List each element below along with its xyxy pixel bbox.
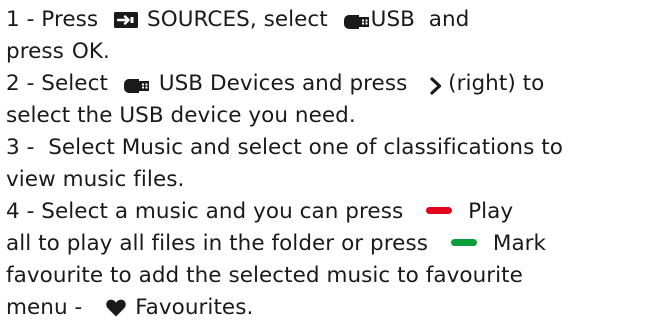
usb-label: USB bbox=[370, 7, 415, 32]
step-3-line-2: view music files. bbox=[6, 164, 184, 196]
step-3-text-2: view music files. bbox=[6, 167, 185, 192]
step-1-end: . bbox=[103, 39, 110, 64]
heart-icon bbox=[105, 296, 127, 317]
play-label: Play bbox=[468, 199, 514, 224]
step-2-right: (right) to bbox=[448, 71, 545, 96]
step-3-text: 3 - Select bbox=[6, 135, 122, 160]
step-4-rest: to add the selected music to favourite bbox=[103, 263, 523, 288]
step-1-text: 1 - Press bbox=[6, 7, 99, 32]
step-2-line-1: 2 - Select USB Devices and press (right)… bbox=[6, 68, 544, 100]
usb-icon bbox=[343, 9, 371, 29]
step-4-line-4: menu - Favourites. bbox=[6, 292, 253, 324]
sources-label: SOURCES bbox=[147, 7, 250, 32]
red-key-icon bbox=[426, 206, 453, 214]
step-4-mid: to play all files in the folder or press bbox=[31, 231, 428, 256]
step-2-mid: and press bbox=[295, 71, 415, 96]
ok-label: OK bbox=[71, 39, 104, 64]
usb-devices-label: USB Devices bbox=[158, 71, 296, 96]
green-key-icon bbox=[450, 238, 477, 246]
step-2-text-2: select the USB device you need. bbox=[6, 103, 356, 128]
music-label: Music bbox=[121, 135, 184, 160]
step-4-line-3: favourite to add the selected music to f… bbox=[6, 260, 523, 292]
all-label: all bbox=[6, 231, 32, 256]
chevron-right-icon bbox=[429, 73, 443, 95]
sources-icon bbox=[113, 8, 139, 28]
step-3-line-1: 3 - Select Music and select one of class… bbox=[6, 132, 563, 164]
step-1-tail: and bbox=[414, 7, 470, 32]
step-1-line-2: press OK. bbox=[6, 36, 110, 68]
step-4-line-1: 4 - Select a music and you can press Pla… bbox=[6, 196, 513, 228]
usb-icon bbox=[123, 73, 151, 93]
step-4-text: 4 - Select a music and you can press bbox=[6, 199, 404, 224]
step-1-press: press bbox=[6, 39, 64, 64]
step-4-line-2: all to play all files in the folder or p… bbox=[6, 228, 546, 260]
step-4-end: . bbox=[246, 295, 254, 320]
step-3-rest: and select one of classifications to bbox=[183, 135, 563, 160]
favourites-label: Favourites bbox=[135, 295, 247, 320]
step-2-line-2: select the USB device you need. bbox=[6, 100, 356, 132]
favourite-label: favourite bbox=[6, 263, 104, 288]
step-1-line-1: 1 - Press SOURCES, select USB and bbox=[6, 4, 469, 36]
step-2-text: 2 - Select bbox=[6, 71, 108, 96]
mark-label: Mark bbox=[492, 231, 547, 256]
step-4-menu: menu - bbox=[6, 295, 83, 320]
step-1-text-mid: , select bbox=[249, 7, 328, 32]
